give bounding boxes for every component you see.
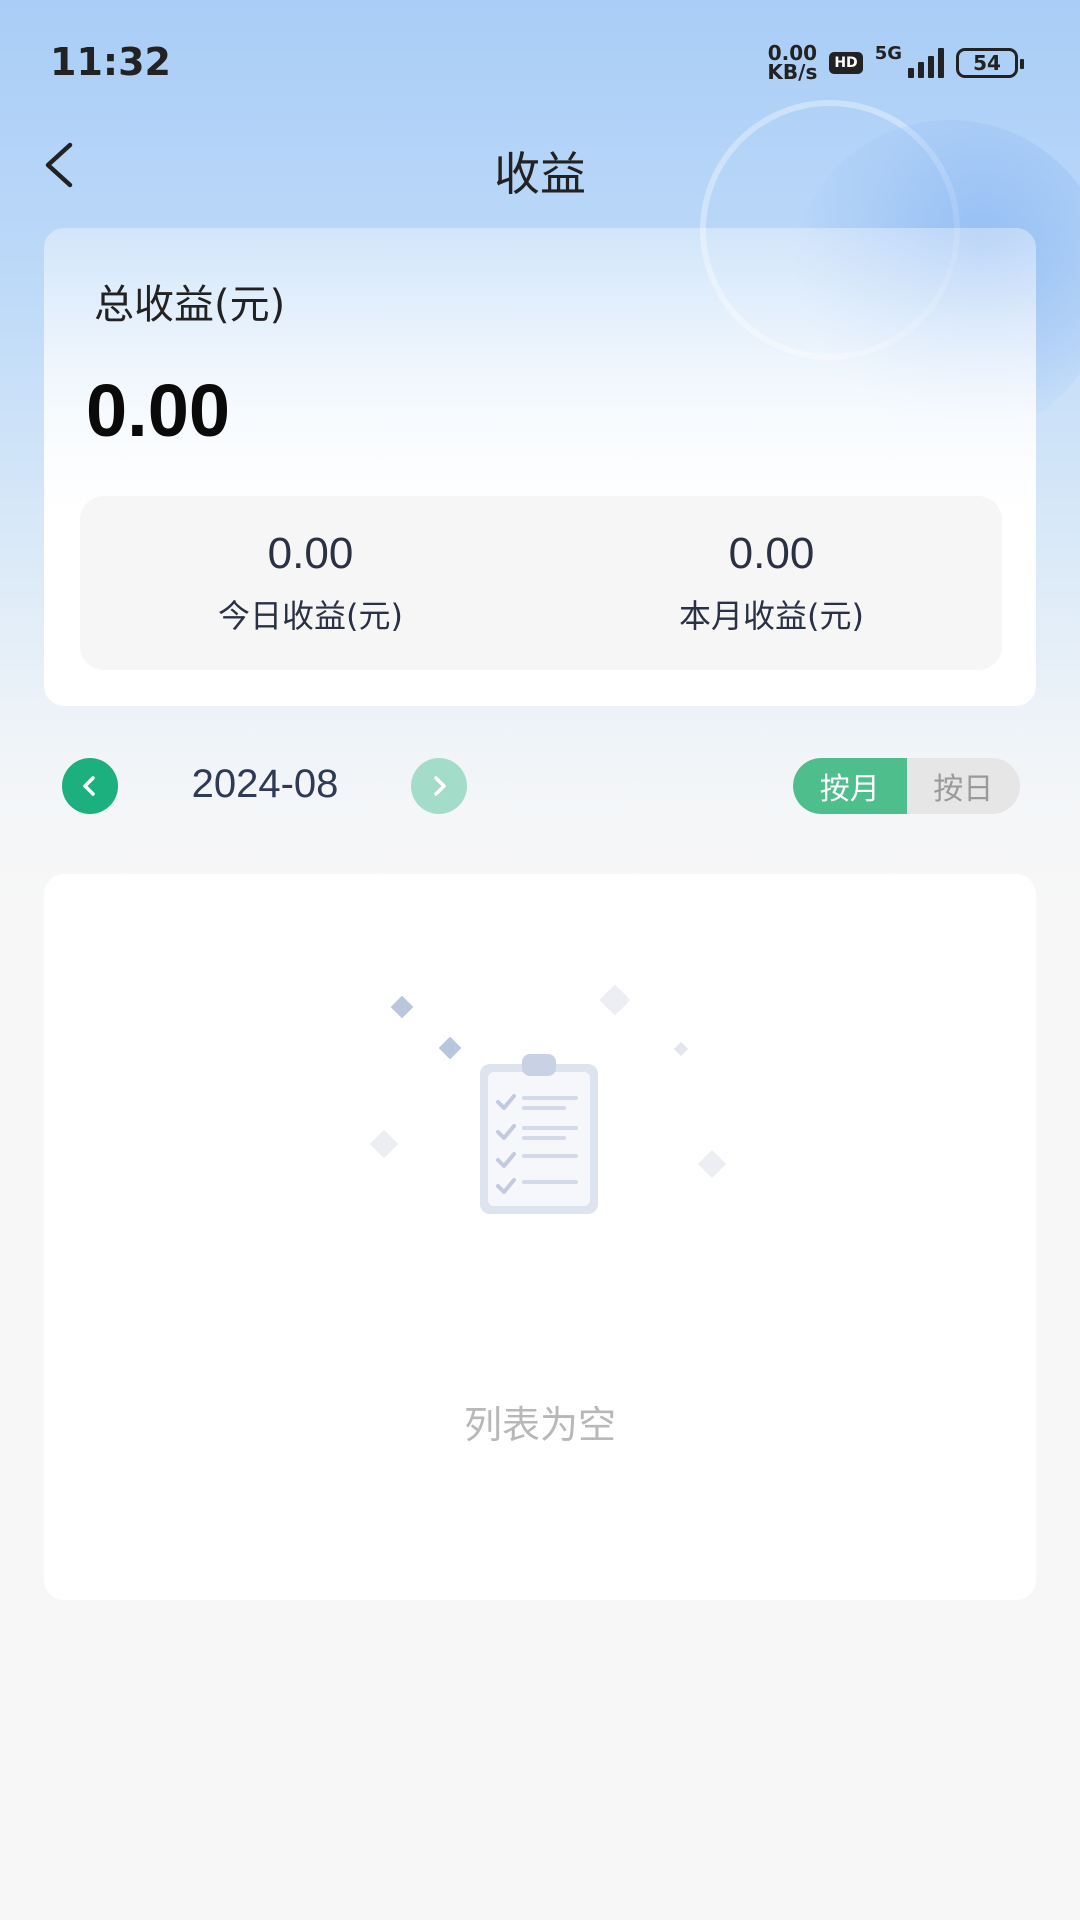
toggle-by-day[interactable]: 按日 (907, 758, 1021, 814)
network-speed: 0.00 KB/s (767, 43, 818, 84)
total-earnings-label: 总收益(元) (94, 282, 286, 328)
network-type: 5G (874, 42, 902, 64)
earnings-breakdown: 0.00 今日收益(元) 0.00 本月收益(元) (80, 496, 1002, 670)
status-bar: 11:32 0.00 KB/s HD 5G 54 (0, 0, 1080, 120)
month-earnings-value: 0.00 (728, 529, 815, 578)
earnings-list: 列表为空 (44, 874, 1036, 1600)
today-earnings: 0.00 今日收益(元) (80, 496, 541, 670)
month-earnings-label: 本月收益(元) (679, 597, 864, 635)
month-earnings: 0.00 本月收益(元) (541, 496, 1002, 670)
chevron-right-icon (434, 776, 446, 796)
chevron-left-icon (83, 776, 95, 796)
today-earnings-label: 今日收益(元) (218, 597, 403, 635)
page-title: 收益 (494, 147, 586, 201)
date-selector: 2024-08 按月 按日 (0, 758, 1080, 814)
selected-date[interactable]: 2024-08 (160, 762, 370, 807)
network-speed-unit: KB/s (767, 60, 818, 84)
view-mode-toggle: 按月 按日 (793, 758, 1020, 814)
today-earnings-value: 0.00 (267, 529, 354, 578)
clipboard-checklist-icon (314, 984, 774, 1274)
battery-level: 54 (973, 51, 1001, 75)
status-time: 11:32 (50, 40, 171, 84)
next-month-button[interactable] (411, 758, 467, 814)
toggle-by-month[interactable]: 按月 (793, 758, 907, 814)
previous-month-button[interactable] (62, 758, 118, 814)
empty-list-message: 列表为空 (463, 1403, 616, 1447)
signal-strength-icon (908, 48, 944, 78)
battery-icon: 54 (956, 48, 1024, 78)
status-icons: 0.00 KB/s HD 5G 54 (767, 42, 1024, 84)
total-earnings-value: 0.00 (86, 369, 231, 452)
earnings-summary-card: 总收益(元) 0.00 0.00 今日收益(元) 0.00 本月收益(元) (44, 228, 1036, 706)
hd-badge: HD (829, 52, 863, 74)
